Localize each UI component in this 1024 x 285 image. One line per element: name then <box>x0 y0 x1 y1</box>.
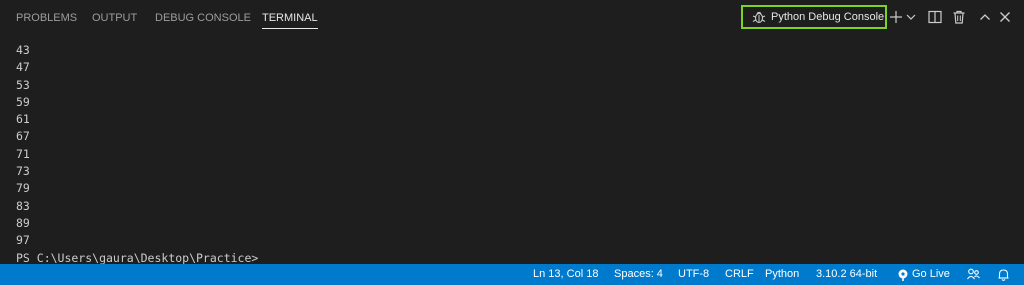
terminal-selector[interactable]: Python Debug Console <box>741 5 887 29</box>
terminal-line: 53 <box>16 77 30 92</box>
tab-terminal[interactable]: TERMINAL <box>262 0 318 36</box>
terminal-line: 89 <box>16 215 30 230</box>
go-live-label: Go Live <box>912 268 950 280</box>
language-mode[interactable]: Python <box>765 264 799 285</box>
terminal-line: 47 <box>16 60 30 75</box>
terminal-line: 97 <box>16 233 30 248</box>
bug-icon <box>752 11 766 24</box>
terminal-line: 83 <box>16 198 30 213</box>
go-live-button[interactable]: Go Live <box>897 264 950 285</box>
terminal-line: 73 <box>16 164 30 179</box>
bell-icon[interactable] <box>996 267 1011 282</box>
cursor-position[interactable]: Ln 13, Col 18 <box>533 264 598 285</box>
terminal-line: 67 <box>16 129 30 144</box>
close-icon[interactable] <box>997 9 1013 25</box>
python-interpreter[interactable]: 3.10.2 64-bit <box>816 264 877 285</box>
status-bar: Ln 13, Col 18 Spaces: 4 UTF-8 CRLF Pytho… <box>0 264 1024 285</box>
chevron-down-icon[interactable] <box>905 10 917 24</box>
tab-problems[interactable]: PROBLEMS <box>16 0 77 36</box>
terminal-name: Python Debug Console <box>771 11 885 23</box>
end-of-line[interactable]: CRLF <box>725 264 754 285</box>
add-icon[interactable] <box>888 9 904 25</box>
file-encoding[interactable]: UTF-8 <box>678 264 709 285</box>
tab-debug-console[interactable]: DEBUG CONSOLE <box>155 0 251 36</box>
terminal-line: 61 <box>16 112 30 127</box>
terminal-line: 79 <box>16 181 30 196</box>
terminal-line: 43 <box>16 43 30 57</box>
terminal-line: 59 <box>16 94 30 109</box>
terminal-output[interactable]: 43 47 53 59 61 67 71 73 79 83 89 97 PS C… <box>16 42 1016 265</box>
panel-tab-bar: PROBLEMS OUTPUT DEBUG CONSOLE TERMINAL P… <box>0 0 1024 36</box>
feedback-icon[interactable] <box>966 267 981 282</box>
indentation[interactable]: Spaces: 4 <box>614 264 663 285</box>
chevron-up-icon[interactable] <box>977 9 993 25</box>
terminal-panel: PROBLEMS OUTPUT DEBUG CONSOLE TERMINAL P… <box>0 0 1024 285</box>
tab-terminal-label: TERMINAL <box>262 12 318 24</box>
split-icon[interactable] <box>927 9 943 25</box>
terminal-line: 71 <box>16 146 30 161</box>
active-tab-indicator <box>262 28 318 29</box>
broadcast-icon <box>898 269 908 281</box>
tab-output[interactable]: OUTPUT <box>92 0 137 36</box>
trash-icon[interactable] <box>951 9 967 25</box>
